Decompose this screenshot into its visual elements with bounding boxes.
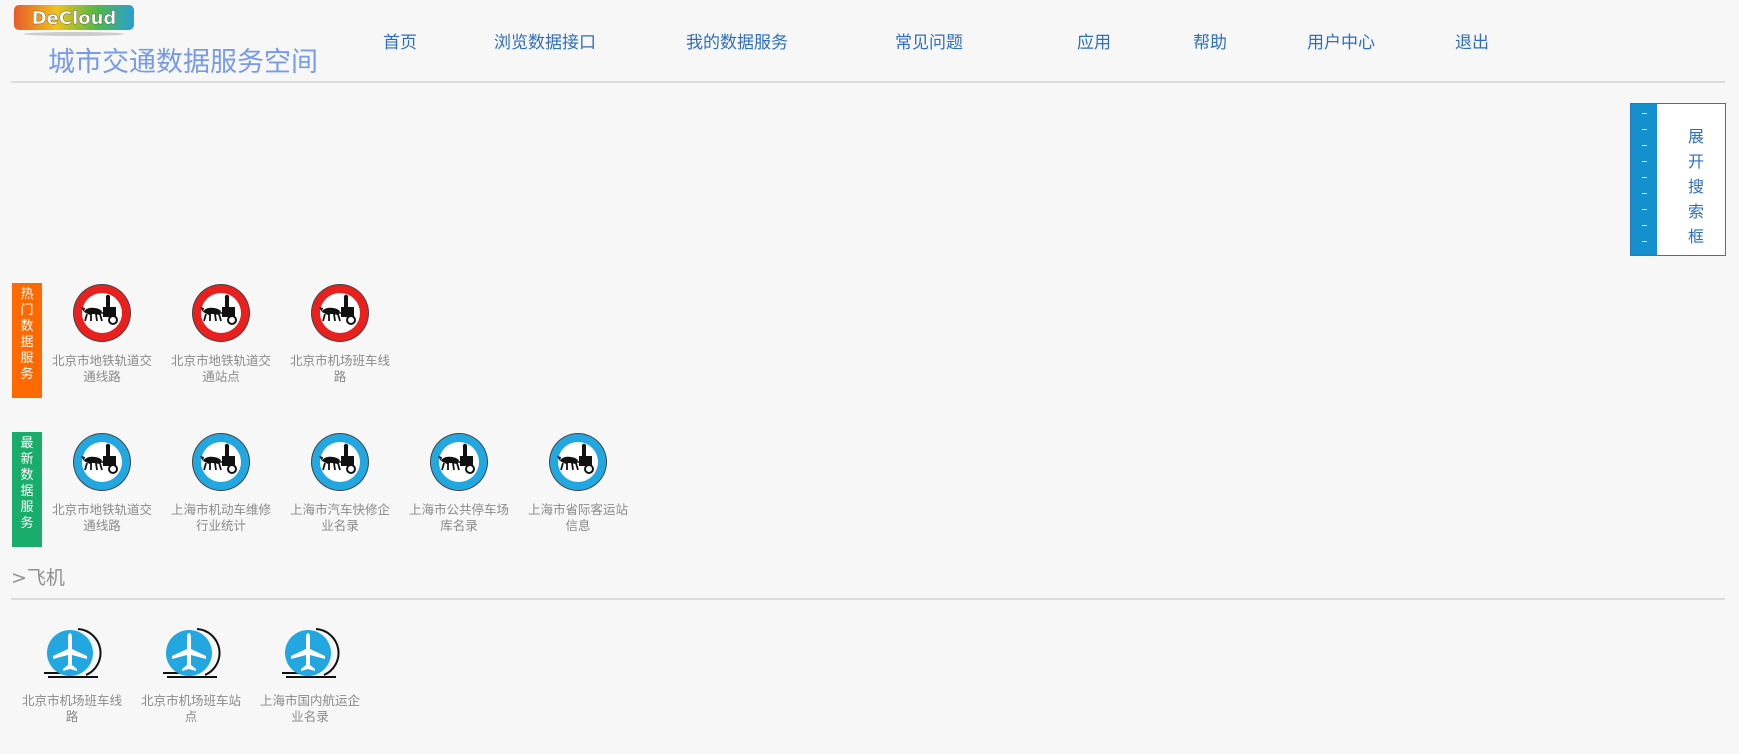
airplane-icon: [281, 628, 340, 678]
service-label: 上海市国内航运企 业名录: [260, 693, 361, 724]
service-label: 北京市机场班车线路: [290, 353, 391, 384]
no-carriage-sign-icon: [310, 283, 370, 343]
service-label: 上海市公共停车场 库名录: [409, 502, 510, 533]
hot-services-tag: 热门 数据 服务: [12, 283, 42, 398]
nav-browse-api[interactable]: 浏览数据接口: [494, 28, 596, 53]
service-label: 北京市地铁轨道交 通线路: [52, 353, 153, 384]
no-carriage-sign-icon: [72, 283, 132, 343]
nav-user-center[interactable]: 用户中心: [1307, 28, 1375, 53]
latest-services-tag: 最新 数据 服务: [12, 432, 42, 547]
carriage-sign-icon: [429, 432, 489, 492]
site-title: 城市交通数据服务空间: [48, 47, 318, 78]
airplane-icon: [162, 628, 221, 678]
header-divider: [11, 81, 1725, 83]
logo-text: DeCloud: [32, 8, 117, 29]
service-label: 上海市省际客运站 信息: [528, 502, 629, 533]
nav-apps[interactable]: 应用: [1077, 28, 1111, 53]
nav-logout[interactable]: 退出: [1455, 28, 1489, 53]
carriage-sign-icon: [310, 432, 370, 492]
search-panel-handle[interactable]: [1631, 104, 1657, 255]
carriage-sign-icon: [191, 432, 251, 492]
expand-search-label: 展 开 搜 索 框: [1687, 127, 1704, 246]
plane-section-divider: [11, 598, 1725, 600]
nav-home[interactable]: 首页: [383, 28, 417, 53]
decloud-logo[interactable]: DeCloud: [12, 3, 136, 37]
carriage-sign-icon: [72, 432, 132, 492]
expand-search-button[interactable]: 展 开 搜 索 框: [1630, 103, 1726, 256]
service-label: 北京市机场班车线路: [22, 693, 123, 724]
service-label: 北京市地铁轨道交 通站点: [171, 353, 272, 384]
nav-faq[interactable]: 常见问题: [895, 28, 963, 53]
service-label: 北京市机场班车站点: [141, 693, 242, 724]
airplane-icon: [43, 628, 102, 678]
service-label: 上海市汽车快修企 业名录: [290, 502, 391, 533]
service-label: 北京市地铁轨道交 通线路: [52, 502, 153, 533]
plane-section-title[interactable]: >飞机: [11, 563, 65, 590]
no-carriage-sign-icon: [191, 283, 251, 343]
nav-help[interactable]: 帮助: [1193, 28, 1227, 53]
nav-my-services[interactable]: 我的数据服务: [686, 28, 788, 53]
service-label: 上海市机动车维修 行业统计: [171, 502, 272, 533]
carriage-sign-icon: [548, 432, 608, 492]
